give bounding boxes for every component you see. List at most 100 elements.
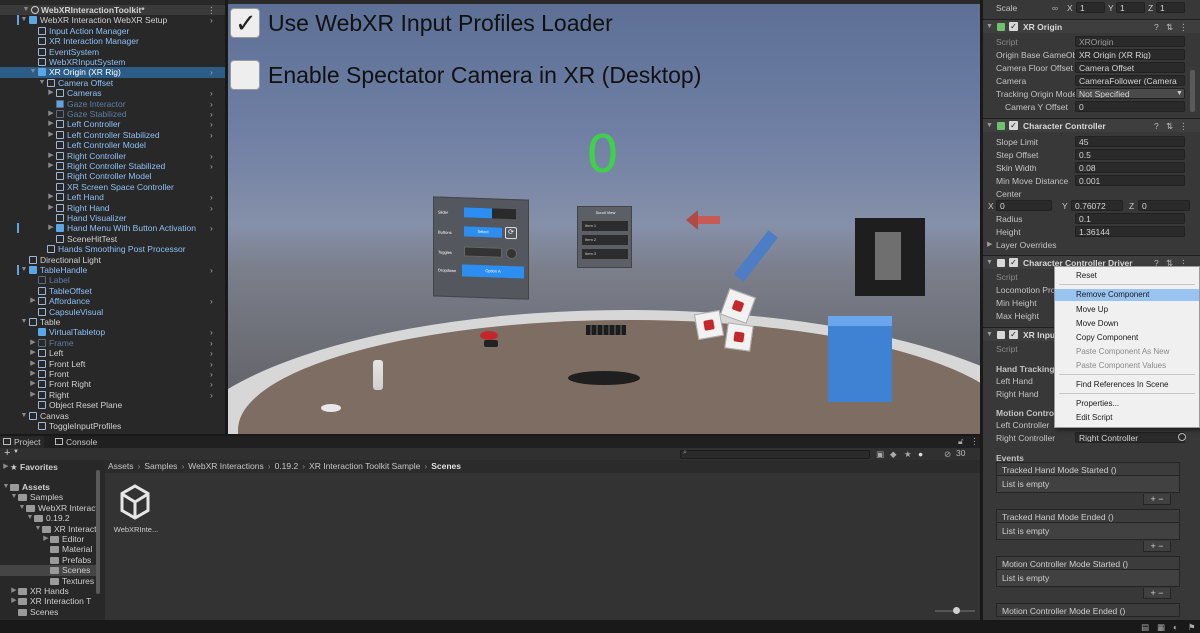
menu-item-move-down[interactable]: Move Down	[1055, 318, 1199, 330]
hierarchy-item[interactable]: ▶ Cameras ›	[0, 88, 225, 98]
hierarchy-item[interactable]: Gaze Interactor ›	[0, 99, 225, 109]
center-x-field[interactable]: 0	[996, 200, 1052, 211]
slope-limit-field[interactable]: 45	[1075, 136, 1185, 147]
center-y-field[interactable]: 0.76072	[1071, 200, 1123, 211]
character-controller-header[interactable]: ▼ ✓ Character Controller ? ⇅ ⋮	[983, 118, 1200, 132]
open-prefab-icon[interactable]: ›	[210, 348, 213, 358]
height-field[interactable]: 1.36144	[1075, 226, 1185, 237]
hierarchy-item[interactable]: ▼ XR Origin (XR Rig) ›	[0, 67, 225, 78]
presets-icon[interactable]: ⇅	[1166, 119, 1173, 133]
chevron-down-icon[interactable]: ▼	[986, 119, 993, 133]
object-picker-icon[interactable]	[1178, 433, 1186, 441]
hierarchy-item[interactable]: ▶ Affordance ›	[0, 296, 225, 306]
hidden-packages-icon[interactable]: ⊘	[944, 449, 951, 460]
project-folder-item[interactable]: ▶ Editor	[0, 534, 96, 544]
chevron-right-icon[interactable]: ▶	[47, 203, 55, 213]
network-icon[interactable]: ▤	[1141, 622, 1149, 633]
add-event-button[interactable]: +	[1150, 494, 1155, 504]
chevron-down-icon[interactable]: ▼	[2, 482, 10, 492]
search-input[interactable]: ⌕	[680, 449, 870, 459]
open-prefab-icon[interactable]: ›	[210, 338, 213, 348]
menu-item-edit-script[interactable]: Edit Script	[1055, 412, 1199, 424]
chevron-down-icon[interactable]: ▼	[22, 5, 30, 15]
hierarchy-item[interactable]: ▶ Front ›	[0, 369, 225, 379]
breadcrumb-item[interactable]: Assets	[108, 461, 134, 471]
help-icon[interactable]: ?	[1154, 20, 1159, 34]
tree-scrollbar[interactable]	[96, 470, 100, 594]
camera-y-offset-field[interactable]: 0	[1075, 101, 1185, 112]
open-prefab-icon[interactable]: ›	[210, 203, 213, 213]
unity-scene-asset-icon[interactable]	[119, 484, 151, 520]
chevron-right-icon[interactable]: ▶	[47, 223, 55, 233]
open-prefab-icon[interactable]: ›	[210, 15, 213, 25]
right-controller-field[interactable]: Right Controller	[1075, 432, 1185, 443]
chevron-down-icon[interactable]: ▼	[986, 256, 993, 270]
game-view[interactable]: ✓ Use WebXR Input Profiles Loader Enable…	[228, 0, 980, 434]
hierarchy-item[interactable]: ToggleInputProfiles	[0, 421, 225, 431]
hierarchy-item[interactable]: ▼ WebXR Interaction WebXR Setup ›	[0, 15, 225, 25]
hierarchy-item[interactable]: XR Screen Space Controller	[0, 182, 225, 192]
scale-y-field[interactable]: 1	[1116, 2, 1145, 13]
search-by-type-icon[interactable]: ▣	[876, 449, 884, 460]
chevron-right-icon[interactable]: ▶	[47, 119, 55, 129]
menu-item-remove-component[interactable]: Remove Component	[1055, 289, 1199, 301]
presets-icon[interactable]: ⇅	[1166, 20, 1173, 34]
sample-toggle[interactable]	[464, 246, 502, 258]
chevron-right-icon[interactable]: ▶	[47, 192, 55, 202]
project-folder-item[interactable]: ▼ XR Interact	[0, 524, 96, 534]
enabled-checkbox[interactable]: ✓	[1009, 258, 1018, 267]
tracking-origin-dropdown[interactable]: Not Specified	[1075, 88, 1185, 99]
hierarchy-item[interactable]: CapsuleVisual	[0, 307, 225, 317]
cache-icon[interactable]: ▦	[1157, 622, 1165, 633]
chevron-down-icon[interactable]: ▼	[38, 78, 46, 88]
chevron-down-icon[interactable]: ▼	[26, 513, 34, 523]
chevron-down-icon[interactable]: ▼	[986, 20, 993, 34]
hierarchy-item[interactable]: TableOffset	[0, 286, 225, 296]
scale-z-field[interactable]: 1	[1156, 2, 1185, 13]
open-prefab-icon[interactable]: ›	[210, 192, 213, 202]
scroll-item[interactable]: Item 1	[582, 221, 628, 231]
chevron-right-icon[interactable]: ▶	[29, 369, 37, 379]
hierarchy-item[interactable]: ▼ Canvas	[0, 411, 225, 421]
hierarchy-item[interactable]: WebXRInputSystem	[0, 57, 225, 67]
project-folder-item[interactable]: Textures	[0, 576, 96, 586]
hierarchy-item[interactable]: Label	[0, 275, 225, 285]
tab-console[interactable]: Console	[52, 436, 102, 448]
open-prefab-icon[interactable]: ›	[210, 327, 213, 337]
min-move-distance-field[interactable]: 0.001	[1075, 175, 1185, 186]
notification-icon[interactable]: ⚑	[1188, 622, 1196, 633]
sample-dropdown[interactable]: Option A	[462, 264, 524, 279]
icon-size-slider[interactable]	[935, 607, 975, 614]
more-vertical-icon[interactable]: ⋮	[207, 5, 216, 15]
ui-sample-panel[interactable]: Slider Buttons Select ⟳ Toggles Dropdown…	[433, 196, 529, 300]
info-icon[interactable]: ●	[918, 449, 923, 459]
project-folder-item[interactable]: Scenes	[0, 565, 96, 576]
open-prefab-icon[interactable]: ›	[210, 390, 213, 400]
remove-event-button[interactable]: −	[1158, 494, 1163, 504]
help-icon[interactable]: ?	[1154, 119, 1159, 133]
project-folder-item[interactable]: Prefabs	[0, 555, 96, 565]
project-folder-item[interactable]: Material	[0, 544, 96, 554]
scroll-item[interactable]: Item 2	[582, 235, 628, 245]
open-prefab-icon[interactable]: ›	[210, 379, 213, 389]
breadcrumb-item[interactable]: 0.19.2	[275, 461, 299, 471]
hierarchy-item[interactable]: ▶ Front Left ›	[0, 359, 225, 369]
lock-icon[interactable]: 🔓︎	[958, 436, 964, 447]
hierarchy-item[interactable]: ▶ Right Controller ›	[0, 151, 225, 161]
breadcrumb-item[interactable]: Scenes	[431, 461, 461, 471]
chevron-right-icon[interactable]: ▶	[29, 296, 37, 306]
chevron-down-icon[interactable]: ▼	[20, 411, 28, 421]
hierarchy-item[interactable]: ▶ Gaze Stabilized ›	[0, 109, 225, 119]
chevron-down-icon[interactable]: ▼	[1176, 88, 1183, 100]
hierarchy-item[interactable]: ▶ Hand Menu With Button Activation ›	[0, 223, 225, 233]
toggle-spectator-checkbox[interactable]	[230, 60, 260, 90]
sample-button[interactable]: Select	[464, 226, 502, 238]
hierarchy-item[interactable]: EventSystem	[0, 47, 225, 57]
chevron-right-icon[interactable]: ▶	[47, 130, 55, 140]
add-event-button[interactable]: +	[1150, 588, 1155, 598]
open-prefab-icon[interactable]: ›	[210, 223, 213, 233]
hierarchy-item[interactable]: ▶ Left Controller Stabilized ›	[0, 130, 225, 140]
slider-thumb[interactable]	[953, 607, 960, 614]
hierarchy-item[interactable]: ▶ Left Hand ›	[0, 192, 225, 202]
link-icon[interactable]: ∞	[1052, 2, 1058, 14]
